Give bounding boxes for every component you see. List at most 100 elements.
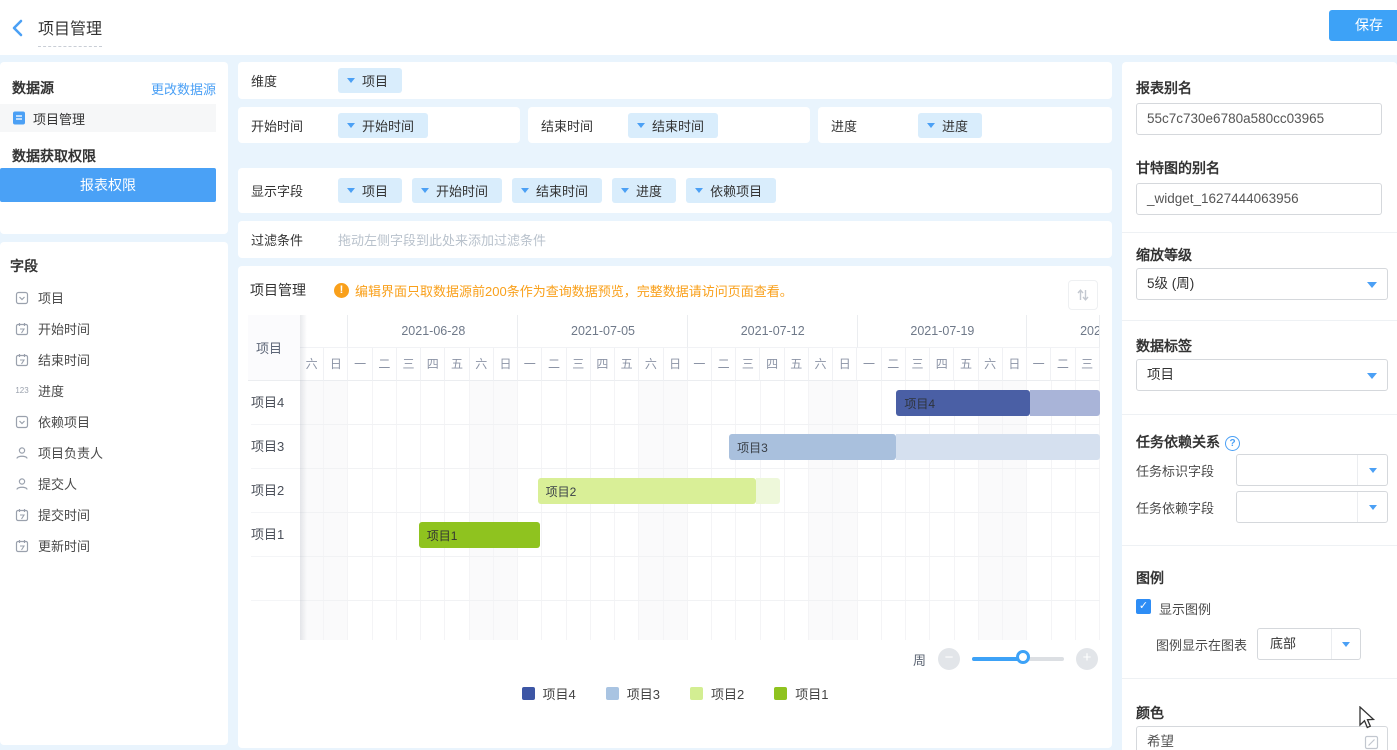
end-time-chip-label: 结束时间 xyxy=(652,116,704,135)
chevron-zone xyxy=(1331,629,1360,659)
weekday-cell: 六 xyxy=(809,348,833,381)
display-field-chip[interactable]: 进度 xyxy=(612,178,676,203)
report-alias-input[interactable]: 55c7c730e6780a580cc03965 xyxy=(1136,103,1382,135)
field-item-3[interactable]: 结束时间 xyxy=(0,344,228,375)
grid-column xyxy=(445,381,469,640)
field-item-label: 依赖项目 xyxy=(38,412,90,431)
select-icon xyxy=(14,291,30,305)
field-item-label: 提交人 xyxy=(38,474,77,493)
legend-position-select[interactable]: 底部 xyxy=(1257,628,1361,660)
start-time-chip[interactable]: 开始时间 xyxy=(338,113,428,138)
color-scheme-input[interactable]: 希望 xyxy=(1136,726,1388,750)
divider xyxy=(1122,678,1397,679)
chip-label: 进度 xyxy=(636,181,662,200)
grid-column xyxy=(639,381,663,640)
zoom-out-button[interactable]: − xyxy=(938,648,960,670)
grid-row-line xyxy=(300,512,1100,513)
display-field-chip[interactable]: 开始时间 xyxy=(412,178,502,203)
legend-swatch xyxy=(690,687,703,700)
display-field-chip[interactable]: 项目 xyxy=(338,178,402,203)
weekday-cell: 四 xyxy=(930,348,954,381)
sort-toggle-button[interactable] xyxy=(1068,280,1098,310)
weekday-cell: 六 xyxy=(470,348,494,381)
back-icon[interactable] xyxy=(8,18,28,38)
grid-column xyxy=(1027,381,1051,640)
weekday-cell: 六 xyxy=(300,348,324,381)
weekday-cell: 一 xyxy=(518,348,542,381)
field-item-8[interactable]: 提交时间 xyxy=(0,499,228,530)
field-item-5[interactable]: 依赖项目 xyxy=(0,406,228,437)
grid-column xyxy=(688,381,712,640)
data-label-select[interactable]: 项目 xyxy=(1136,359,1388,391)
divider xyxy=(1122,320,1397,321)
progress-chip[interactable]: 进度 xyxy=(918,113,982,138)
zoom-slider-handle[interactable] xyxy=(1016,650,1030,664)
progress-chip-label: 进度 xyxy=(942,116,968,135)
legend-item[interactable]: 项目4 xyxy=(522,684,576,703)
gantt-bar[interactable]: 项目4 xyxy=(896,390,1029,416)
field-item-label: 项目负责人 xyxy=(38,443,103,462)
grid-column xyxy=(858,381,882,640)
gantt-bar[interactable]: 项目2 xyxy=(538,478,756,504)
chevron-down-icon xyxy=(621,188,629,193)
legend-swatch xyxy=(774,687,787,700)
calendar-icon xyxy=(14,353,30,367)
edit-icon[interactable] xyxy=(1364,735,1379,750)
field-item-label: 开始时间 xyxy=(38,319,90,338)
grid-column xyxy=(1052,381,1076,640)
zoom-in-button[interactable]: + xyxy=(1076,648,1098,670)
legend-item[interactable]: 项目3 xyxy=(606,684,660,703)
weekday-cell: 日 xyxy=(833,348,857,381)
gantt-bar[interactable]: 项目1 xyxy=(419,522,540,548)
chip-label: 依赖项目 xyxy=(710,181,762,200)
field-item-4[interactable]: 123进度 xyxy=(0,375,228,406)
report-permission-button[interactable]: 报表权限 xyxy=(0,168,216,202)
field-item-2[interactable]: 开始时间 xyxy=(0,313,228,344)
weekday-cell: 一 xyxy=(348,348,372,381)
grid-row-line xyxy=(300,556,1100,557)
show-legend-checkbox[interactable]: ✓ xyxy=(1136,599,1151,614)
change-datasource-link[interactable]: 更改数据源 xyxy=(151,79,216,98)
field-item-7[interactable]: 提交人 xyxy=(0,468,228,499)
calendar-icon xyxy=(14,539,30,553)
weekday-cell: 日 xyxy=(664,348,688,381)
gantt-row-label: 项目4 xyxy=(251,381,300,425)
gantt-bar-extension xyxy=(1030,390,1100,416)
field-item-1[interactable]: 项目 xyxy=(0,282,228,313)
task-dep-select[interactable] xyxy=(1236,491,1388,523)
chevron-down-icon xyxy=(695,188,703,193)
legend-swatch xyxy=(522,687,535,700)
help-icon[interactable]: ? xyxy=(1225,436,1240,451)
end-time-chip[interactable]: 结束时间 xyxy=(628,113,718,138)
display-field-chip[interactable]: 结束时间 xyxy=(512,178,602,203)
gantt-bar[interactable]: 项目3 xyxy=(729,434,896,460)
grid-column xyxy=(591,381,615,640)
filter-label: 过滤条件 xyxy=(238,230,338,249)
field-item-label: 项目 xyxy=(38,288,64,307)
datasource-item[interactable]: 项目管理 xyxy=(0,104,216,132)
field-item-label: 更新时间 xyxy=(38,536,90,555)
zoom-slider[interactable] xyxy=(972,657,1064,661)
chevron-down-icon xyxy=(347,123,355,128)
legend-item[interactable]: 项目2 xyxy=(690,684,744,703)
task-id-select[interactable] xyxy=(1236,454,1388,486)
field-item-6[interactable]: 项目负责人 xyxy=(0,437,228,468)
filter-card[interactable]: 过滤条件 拖动左侧字段到此处来添加过滤条件 xyxy=(238,221,1112,258)
dimension-chip[interactable]: 项目 xyxy=(338,68,402,93)
start-time-chip-label: 开始时间 xyxy=(362,116,414,135)
gantt-legend: 项目4 项目3 项目2 项目1 xyxy=(238,684,1112,703)
divider xyxy=(1122,545,1397,546)
zoom-level-select[interactable]: 5级 (周) xyxy=(1136,268,1388,300)
grid-column xyxy=(1003,381,1027,640)
top-bar: 项目管理 保存 xyxy=(0,0,1397,55)
settings-panel: 报表别名 55c7c730e6780a580cc03965 甘特图的别名 _wi… xyxy=(1122,62,1397,750)
save-button[interactable]: 保存 xyxy=(1329,10,1397,41)
grid-row-line xyxy=(300,600,1100,601)
legend-item[interactable]: 项目1 xyxy=(774,684,828,703)
gantt-alias-input[interactable]: _widget_1627444063956 xyxy=(1136,183,1382,215)
data-label-value: 项目 xyxy=(1147,367,1174,382)
start-time-label: 开始时间 xyxy=(238,116,338,135)
grid-column xyxy=(712,381,736,640)
display-field-chip[interactable]: 依赖项目 xyxy=(686,178,776,203)
field-item-9[interactable]: 更新时间 xyxy=(0,530,228,561)
